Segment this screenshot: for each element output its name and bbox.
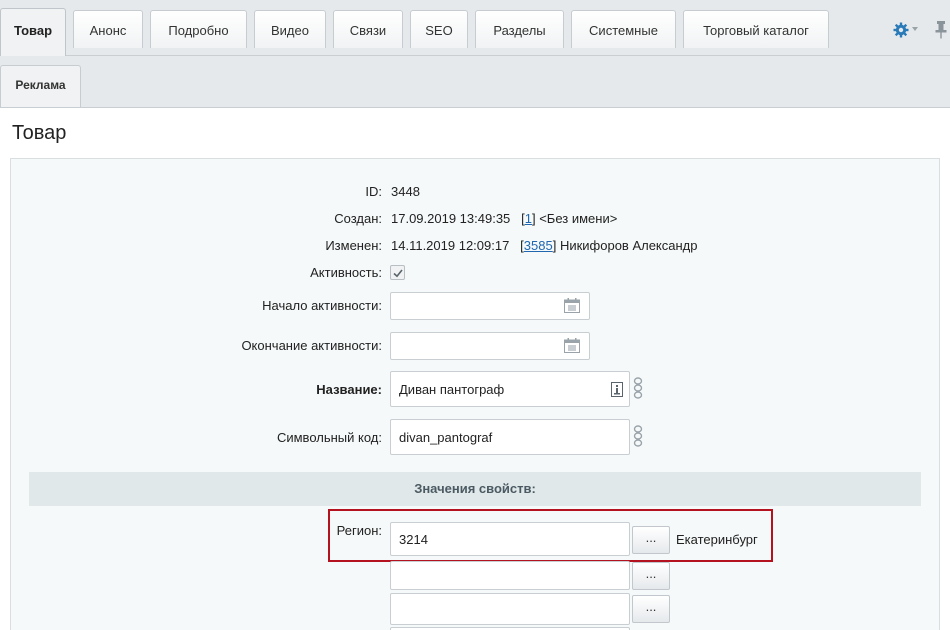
code-input[interactable]: divan_pantograf (390, 419, 630, 455)
region-input-3[interactable] (390, 593, 630, 625)
modified-label: Изменен: (325, 238, 382, 253)
region-input-1[interactable]: 3214 (390, 522, 630, 556)
tab-label: Связи (349, 23, 387, 38)
pin-icon[interactable] (934, 20, 948, 40)
tab-details[interactable]: Подробно (150, 10, 247, 48)
region-name: Екатеринбург (676, 532, 758, 547)
active-start-label: Начало активности: (262, 298, 382, 313)
modified-user-link[interactable]: 3585 (524, 238, 553, 253)
tab-label: Подробно (168, 23, 229, 38)
id-label: ID: (365, 184, 382, 199)
tab-label: Анонс (89, 23, 127, 38)
tab-seo[interactable]: SEO (410, 10, 468, 48)
checkmark-icon (393, 269, 403, 278)
tab-announce[interactable]: Анонс (73, 10, 143, 48)
created-label: Создан: (334, 211, 382, 226)
tab-label: Видео (271, 23, 309, 38)
tab-trade-catalog[interactable]: Торговый каталог (683, 10, 829, 48)
tab-video[interactable]: Видео (254, 10, 326, 48)
region-input-2[interactable] (390, 561, 630, 590)
modified-info: 14.11.2019 12:09:17 [3585] Никифоров Але… (391, 238, 698, 253)
active-checkbox[interactable] (390, 265, 405, 280)
code-label: Символьный код: (276, 430, 382, 445)
page-title: Товар (12, 122, 67, 144)
active-end-label: Окончание активности: (241, 338, 382, 353)
tab-label: Реклама (15, 78, 66, 92)
active-label: Активность: (310, 265, 382, 280)
modified-user-name: Никифоров Александр (559, 238, 698, 253)
calendar-icon[interactable] (564, 298, 580, 313)
active-start-input[interactable] (390, 292, 590, 320)
region-picker-button[interactable]: ... (632, 595, 670, 623)
chevron-down-icon[interactable] (912, 27, 918, 31)
visual-editor-icon[interactable] (611, 382, 623, 397)
tab-label: Системные (589, 23, 658, 38)
tab-sections[interactable]: Разделы (475, 10, 564, 48)
id-value: 3448 (391, 184, 420, 199)
tab-bar: Товар Анонс Подробно Видео Связи SEO Раз… (0, 0, 950, 56)
tab-label: SEO (425, 23, 453, 38)
gear-icon[interactable] (893, 22, 909, 38)
tab-product[interactable]: Товар (0, 8, 66, 56)
transliteration-icon[interactable] (632, 425, 644, 447)
tab-links[interactable]: Связи (333, 10, 403, 48)
tab-advertising[interactable]: Реклама (0, 65, 81, 107)
name-label: Название: (316, 382, 382, 397)
modified-date: 14.11.2019 12:09:17 (391, 238, 510, 253)
region-picker-button[interactable]: ... (632, 526, 670, 554)
name-input[interactable]: Диван пантограф (390, 371, 630, 407)
created-user-name: <Без имени> (539, 211, 618, 226)
properties-section-title: Значения свойств: (29, 472, 921, 506)
tab-system[interactable]: Системные (571, 10, 676, 48)
tab-bar-secondary: Реклама (0, 56, 950, 108)
region-picker-button[interactable]: ... (632, 562, 670, 590)
created-user-link[interactable]: 1 (525, 211, 532, 226)
active-end-input[interactable] (390, 332, 590, 360)
tab-label: Торговый каталог (703, 23, 809, 38)
transliteration-icon[interactable] (632, 377, 644, 399)
created-date: 17.09.2019 13:49:35 (391, 211, 511, 226)
tab-label: Товар (13, 23, 53, 38)
region-label: Регион: (336, 523, 382, 538)
calendar-icon[interactable] (564, 338, 580, 353)
tab-label: Разделы (493, 23, 546, 38)
created-info: 17.09.2019 13:49:35 [1] <Без имени> (391, 211, 618, 226)
